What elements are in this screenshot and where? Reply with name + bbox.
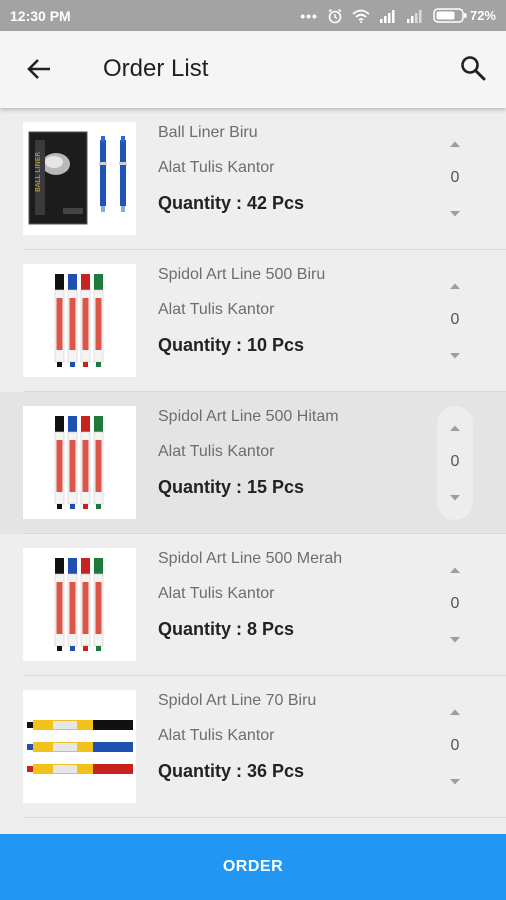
product-category: Alat Tulis Kantor bbox=[158, 727, 275, 744]
product-name: Spidol Art Line 500 Biru bbox=[158, 266, 326, 283]
product-quantity: Quantity : 42 Pcs bbox=[158, 193, 305, 213]
stepper-value[interactable]: 0 bbox=[437, 169, 473, 187]
app-bar: Order List bbox=[0, 31, 506, 108]
quantity-stepper: 0 bbox=[437, 264, 473, 378]
product-name: Ball Liner Biru bbox=[158, 124, 258, 141]
chevron-down-icon bbox=[449, 205, 461, 223]
arrow-left-icon bbox=[26, 58, 52, 85]
stepper-value[interactable]: 0 bbox=[437, 737, 473, 755]
product-image-artline-500 bbox=[23, 548, 136, 661]
chevron-down-icon bbox=[449, 773, 461, 791]
product-category: Alat Tulis Kantor bbox=[158, 443, 275, 460]
increment-button[interactable] bbox=[445, 560, 465, 580]
product-image-artline-70 bbox=[23, 690, 136, 803]
list-item[interactable]: Spidol Art Line 70 Biru Alat Tulis Kanto… bbox=[0, 676, 506, 818]
chevron-up-icon bbox=[449, 561, 461, 579]
product-image-artline-500 bbox=[23, 406, 136, 519]
increment-button[interactable] bbox=[445, 276, 465, 296]
chevron-up-icon bbox=[449, 135, 461, 153]
battery-percent: 72% bbox=[469, 8, 496, 23]
search-icon bbox=[460, 55, 486, 86]
product-quantity: Quantity : 10 Pcs bbox=[158, 335, 305, 355]
svg-text:BALL LINER: BALL LINER bbox=[34, 152, 42, 192]
product-category: Alat Tulis Kantor bbox=[158, 585, 275, 602]
stepper-value[interactable]: 0 bbox=[437, 453, 473, 471]
product-quantity: Quantity : 8 Pcs bbox=[158, 619, 295, 639]
quantity-stepper: 0 bbox=[437, 548, 473, 662]
quantity-stepper: 0 bbox=[437, 122, 473, 236]
product-name: Spidol Art Line 70 Biru bbox=[158, 692, 317, 709]
product-image-artline-500 bbox=[23, 264, 136, 377]
chevron-up-icon bbox=[449, 277, 461, 295]
decrement-button[interactable] bbox=[445, 488, 465, 508]
chevron-down-icon bbox=[449, 631, 461, 649]
divider bbox=[23, 817, 506, 818]
status-bar: 12:30 PM ••• 72% bbox=[0, 0, 506, 31]
decrement-button[interactable] bbox=[445, 630, 465, 650]
status-time: 12:30 PM bbox=[10, 7, 71, 24]
list-item[interactable]: Spidol Art Line 500 Hitam Alat Tulis Kan… bbox=[0, 392, 506, 534]
stepper-value[interactable]: 0 bbox=[437, 311, 473, 329]
signal-icon bbox=[406, 9, 424, 23]
status-icons: ••• 72% bbox=[300, 8, 496, 24]
product-name: Spidol Art Line 500 Merah bbox=[158, 550, 343, 567]
wifi-icon bbox=[352, 9, 370, 23]
decrement-button[interactable] bbox=[445, 346, 465, 366]
list-item[interactable]: Spidol Art Line 500 Merah Alat Tulis Kan… bbox=[0, 534, 506, 676]
product-quantity: Quantity : 15 Pcs bbox=[158, 477, 305, 497]
page-title: Order List bbox=[103, 55, 209, 82]
list-item[interactable]: BALL LINER Ball Liner Biru Alat Tulis Ka… bbox=[0, 108, 506, 250]
decrement-button[interactable] bbox=[445, 204, 465, 224]
notification-dots: ••• bbox=[300, 7, 318, 24]
quantity-stepper: 0 bbox=[437, 690, 473, 804]
product-category: Alat Tulis Kantor bbox=[158, 159, 275, 176]
quantity-stepper: 0 bbox=[437, 406, 473, 520]
chevron-up-icon bbox=[449, 419, 461, 437]
product-category: Alat Tulis Kantor bbox=[158, 301, 275, 318]
increment-button[interactable] bbox=[445, 702, 465, 722]
increment-button[interactable] bbox=[445, 134, 465, 154]
search-button[interactable] bbox=[456, 53, 490, 87]
chevron-down-icon bbox=[449, 347, 461, 365]
battery-icon bbox=[433, 8, 467, 23]
decrement-button[interactable] bbox=[445, 772, 465, 792]
signal-icon bbox=[379, 9, 397, 23]
list-item[interactable]: Spidol Art Line 500 Biru Alat Tulis Kant… bbox=[0, 250, 506, 392]
product-image-ball-liner: BALL LINER bbox=[23, 122, 136, 235]
chevron-up-icon bbox=[449, 703, 461, 721]
battery-indicator: 72% bbox=[433, 8, 496, 23]
alarm-icon bbox=[327, 8, 343, 24]
back-button[interactable] bbox=[22, 54, 56, 88]
chevron-down-icon bbox=[449, 489, 461, 507]
order-button[interactable]: ORDER bbox=[0, 834, 506, 900]
stepper-value[interactable]: 0 bbox=[437, 595, 473, 613]
product-name: Spidol Art Line 500 Hitam bbox=[158, 408, 339, 425]
increment-button[interactable] bbox=[445, 418, 465, 438]
product-quantity: Quantity : 36 Pcs bbox=[158, 761, 305, 781]
order-list: BALL LINER Ball Liner Biru Alat Tulis Ka… bbox=[0, 108, 506, 818]
